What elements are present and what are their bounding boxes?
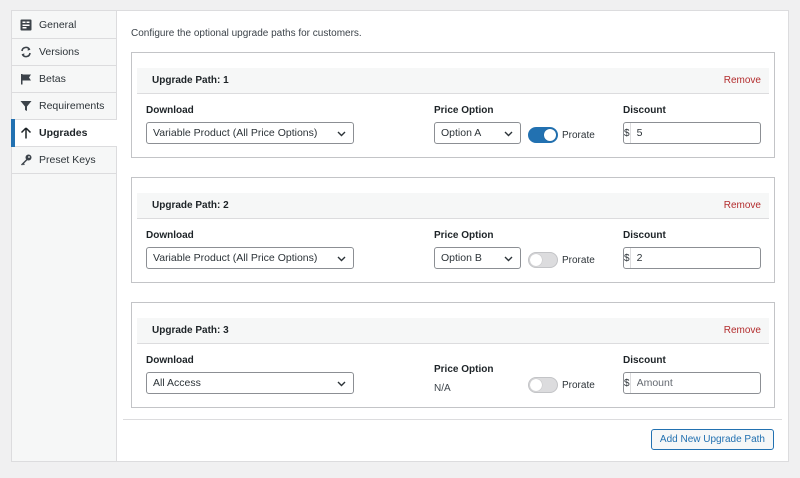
download-select-value: All Access <box>153 377 201 389</box>
remove-link[interactable]: Remove <box>724 200 761 211</box>
prorate-label: Prorate <box>562 380 595 391</box>
download-select[interactable]: Variable Product (All Price Options) <box>146 122 354 144</box>
key-icon <box>20 154 32 166</box>
prorate-toggle[interactable] <box>528 127 558 143</box>
sidebar-item-upgrades[interactable]: Upgrades <box>11 119 117 147</box>
discount-field: $ <box>623 247 778 269</box>
download-label: Download <box>146 105 194 116</box>
discount-label: Discount <box>623 230 666 241</box>
general-icon <box>20 19 32 31</box>
sidebar-item-label: Preset Keys <box>39 154 96 166</box>
price-option-select[interactable]: Option A <box>434 122 521 144</box>
upgrade-path-title: Upgrade Path: 1 <box>152 75 229 86</box>
download-label: Download <box>146 355 194 366</box>
remove-link[interactable]: Remove <box>724 75 761 86</box>
sidebar-item-label: Upgrades <box>39 127 88 139</box>
intro-text: Configure the optional upgrade paths for… <box>131 28 362 39</box>
price-option-label: Price Option <box>434 230 494 241</box>
prorate-label: Prorate <box>562 130 595 141</box>
settings-panel: General Versions Betas Requirements Upgr… <box>11 10 789 462</box>
price-option-select-value: Option B <box>441 252 482 264</box>
chevron-down-icon <box>504 254 513 266</box>
prorate-label: Prorate <box>562 255 595 266</box>
price-option-label: Price Option <box>434 364 494 375</box>
card-header: Upgrade Path: 3 Remove <box>137 318 769 344</box>
discount-input[interactable] <box>630 124 778 142</box>
chevron-down-icon <box>337 379 346 391</box>
sidebar-item-label: Versions <box>39 46 80 58</box>
sidebar-item-betas[interactable]: Betas <box>12 66 116 93</box>
toggle-knob <box>530 254 542 266</box>
chevron-down-icon <box>337 254 346 266</box>
sync-icon <box>20 46 32 58</box>
download-select[interactable]: Variable Product (All Price Options) <box>146 247 354 269</box>
sidebar: General Versions Betas Requirements Upgr… <box>11 11 117 461</box>
download-select-value: Variable Product (All Price Options) <box>153 252 318 264</box>
arrow-up-icon <box>20 127 32 139</box>
remove-link[interactable]: Remove <box>724 325 761 336</box>
add-upgrade-path-button[interactable]: Add New Upgrade Path <box>650 429 774 450</box>
price-option-select-value: Option A <box>441 127 482 139</box>
download-label: Download <box>146 230 194 241</box>
discount-field: $ <box>623 122 778 144</box>
upgrade-path-card: Upgrade Path: 3 Remove Download All Acce… <box>131 302 778 408</box>
discount-input[interactable] <box>630 374 778 392</box>
card-header: Upgrade Path: 2 Remove <box>137 193 769 219</box>
price-option-na: N/A <box>434 383 451 394</box>
sidebar-item-label: Requirements <box>39 100 105 112</box>
sidebar-item-preset-keys[interactable]: Preset Keys <box>12 147 116 174</box>
download-select-value: Variable Product (All Price Options) <box>153 127 318 139</box>
flag-icon <box>20 73 32 85</box>
upgrade-path-title: Upgrade Path: 3 <box>152 325 229 336</box>
discount-input[interactable] <box>630 249 778 267</box>
toggle-knob <box>544 129 556 141</box>
footer-divider <box>123 419 782 420</box>
upgrade-path-card: Upgrade Path: 1 Remove Download Variable… <box>131 52 778 158</box>
download-select[interactable]: All Access <box>146 372 354 394</box>
sidebar-item-label: General <box>39 19 77 31</box>
upgrades-main: Configure the optional upgrade paths for… <box>117 11 788 461</box>
toggle-knob <box>530 379 542 391</box>
prorate-toggle[interactable] <box>528 252 558 268</box>
sidebar-item-label: Betas <box>39 73 66 85</box>
sidebar-item-general[interactable]: General <box>12 12 116 39</box>
price-option-select[interactable]: Option B <box>434 247 521 269</box>
sidebar-item-requirements[interactable]: Requirements <box>12 93 116 120</box>
card-header: Upgrade Path: 1 Remove <box>137 68 769 94</box>
prorate-toggle[interactable] <box>528 377 558 393</box>
discount-label: Discount <box>623 105 666 116</box>
chevron-down-icon <box>337 129 346 141</box>
discount-field: $ <box>623 372 778 394</box>
filter-icon <box>20 100 32 112</box>
chevron-down-icon <box>504 129 513 141</box>
upgrade-path-title: Upgrade Path: 2 <box>152 200 229 211</box>
upgrade-path-card: Upgrade Path: 2 Remove Download Variable… <box>131 177 778 283</box>
price-option-label: Price Option <box>434 105 494 116</box>
sidebar-item-versions[interactable]: Versions <box>12 39 116 66</box>
discount-label: Discount <box>623 355 666 366</box>
